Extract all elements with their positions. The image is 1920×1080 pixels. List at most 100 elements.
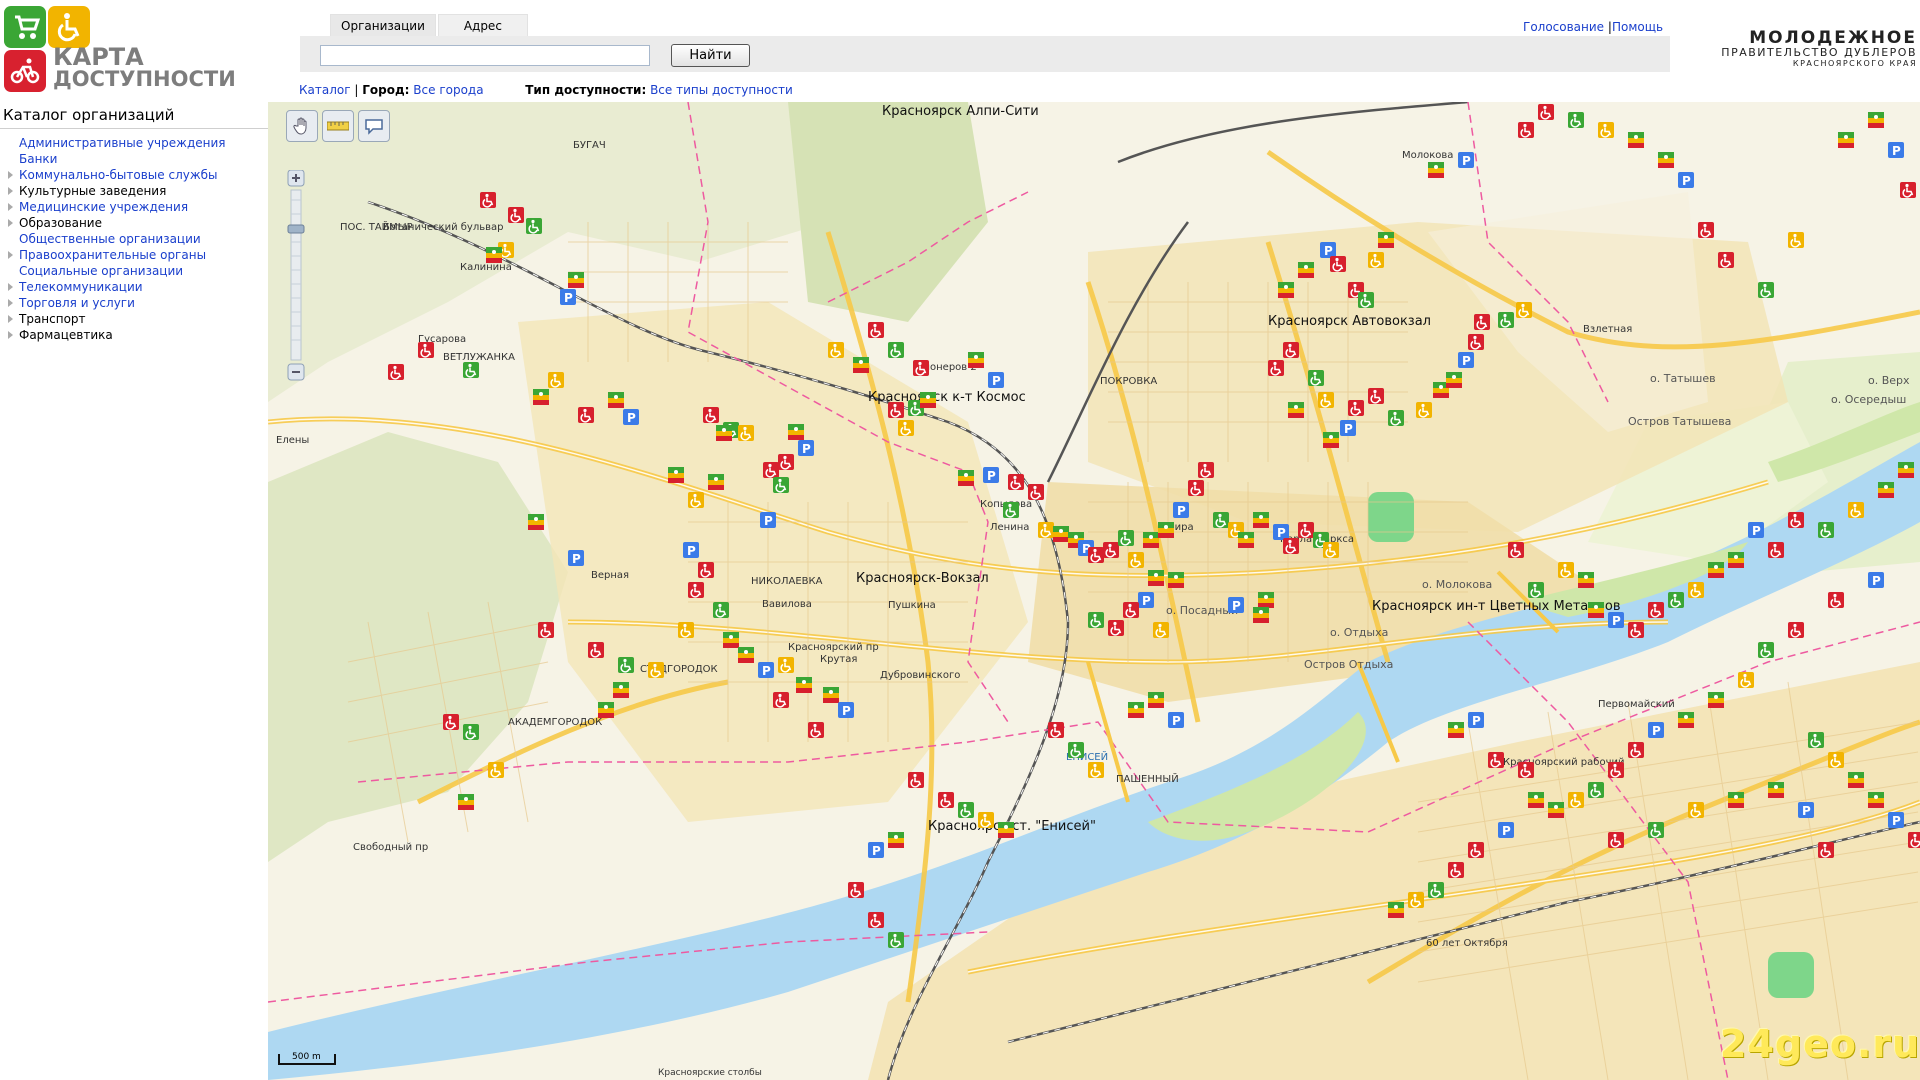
multi-access-marker[interactable] xyxy=(796,677,812,693)
expand-arrow-icon[interactable] xyxy=(8,251,13,259)
ruler-icon[interactable] xyxy=(322,110,354,142)
parking-marker[interactable]: P xyxy=(1138,592,1154,608)
wheelchair-yellow-marker[interactable] xyxy=(1516,302,1532,318)
multi-access-marker[interactable] xyxy=(968,352,984,368)
multi-access-marker[interactable] xyxy=(958,470,974,486)
search-button[interactable]: Найти xyxy=(671,44,750,67)
wheelchair-green-marker[interactable] xyxy=(888,342,904,358)
catalog-item-label[interactable]: Фармацевтика xyxy=(19,328,113,342)
multi-access-marker[interactable] xyxy=(1868,112,1884,128)
wheelchair-yellow-marker[interactable] xyxy=(1128,552,1144,568)
multi-access-marker[interactable] xyxy=(1578,572,1594,588)
multi-access-marker[interactable] xyxy=(486,247,502,263)
wheelchair-yellow-marker[interactable] xyxy=(778,657,794,673)
parking-marker[interactable]: P xyxy=(760,512,776,528)
multi-access-marker[interactable] xyxy=(708,474,724,490)
wheelchair-green-marker[interactable] xyxy=(1758,282,1774,298)
multi-access-marker[interactable] xyxy=(1446,372,1462,388)
wheelchair-yellow-marker[interactable] xyxy=(1368,252,1384,268)
multi-access-marker[interactable] xyxy=(1588,602,1604,618)
multi-access-marker[interactable] xyxy=(1143,532,1159,548)
wheelchair-red-marker[interactable] xyxy=(1648,602,1664,618)
wheelchair-red-marker[interactable] xyxy=(913,360,929,376)
expand-arrow-icon[interactable] xyxy=(8,187,13,195)
multi-access-marker[interactable] xyxy=(1238,532,1254,548)
wheelchair-red-marker[interactable] xyxy=(848,882,864,898)
catalog-link[interactable]: Каталог xyxy=(299,83,351,97)
wheelchair-green-marker[interactable] xyxy=(1588,782,1604,798)
parking-marker[interactable]: P xyxy=(983,467,999,483)
wheelchair-green-marker[interactable] xyxy=(1428,882,1444,898)
wheelchair-green-marker[interactable] xyxy=(1668,592,1684,608)
wheelchair-red-marker[interactable] xyxy=(1330,256,1346,272)
catalog-item-label[interactable]: Банки xyxy=(19,152,57,166)
multi-access-marker[interactable] xyxy=(998,822,1014,838)
expand-arrow-icon[interactable] xyxy=(8,315,13,323)
multi-access-marker[interactable] xyxy=(568,272,584,288)
multi-access-marker[interactable] xyxy=(1898,462,1914,478)
wheelchair-red-marker[interactable] xyxy=(808,722,824,738)
parking-marker[interactable]: P xyxy=(758,662,774,678)
expand-arrow-icon[interactable] xyxy=(8,331,13,339)
multi-access-marker[interactable] xyxy=(888,832,904,848)
wheelchair-red-marker[interactable] xyxy=(1628,622,1644,638)
multi-access-marker[interactable] xyxy=(613,682,629,698)
wheelchair-green-marker[interactable] xyxy=(1818,522,1834,538)
wheelchair-green-marker[interactable] xyxy=(1003,502,1019,518)
parking-marker[interactable]: P xyxy=(1608,612,1624,628)
wheelchair-yellow-marker[interactable] xyxy=(1598,122,1614,138)
wheelchair-yellow-marker[interactable] xyxy=(1738,672,1754,688)
zoom-out-button[interactable] xyxy=(286,364,306,380)
catalog-item[interactable]: Транспорт xyxy=(6,311,225,327)
multi-access-marker[interactable] xyxy=(1128,702,1144,718)
wheelchair-red-marker[interactable] xyxy=(508,207,524,223)
multi-access-marker[interactable] xyxy=(823,687,839,703)
multi-access-marker[interactable] xyxy=(1868,792,1884,808)
wheelchair-yellow-marker[interactable] xyxy=(648,662,664,678)
wheelchair-red-marker[interactable] xyxy=(1368,388,1384,404)
wheelchair-yellow-marker[interactable] xyxy=(828,342,844,358)
parking-marker[interactable]: P xyxy=(1748,522,1764,538)
wheelchair-red-marker[interactable] xyxy=(778,454,794,470)
parking-marker[interactable]: P xyxy=(1168,712,1184,728)
multi-access-marker[interactable] xyxy=(1628,132,1644,148)
chat-icon[interactable] xyxy=(358,110,390,142)
tab-address[interactable]: Адрес xyxy=(437,14,528,36)
expand-arrow-icon[interactable] xyxy=(8,219,13,227)
wheelchair-red-marker[interactable] xyxy=(1608,762,1624,778)
city-filter-link[interactable]: Все города xyxy=(413,83,483,97)
parking-marker[interactable]: P xyxy=(988,372,1004,388)
parking-marker[interactable]: P xyxy=(1228,597,1244,613)
site-logo[interactable]: КАРТА ДОСТУПНОСТИ xyxy=(4,6,236,96)
wheelchair-yellow-marker[interactable] xyxy=(1568,792,1584,808)
wheelchair-red-marker[interactable] xyxy=(538,622,554,638)
multi-access-marker[interactable] xyxy=(1298,262,1314,278)
wheelchair-green-marker[interactable] xyxy=(463,724,479,740)
wheelchair-green-marker[interactable] xyxy=(958,802,974,818)
parking-marker[interactable]: P xyxy=(1173,502,1189,518)
wheelchair-yellow-marker[interactable] xyxy=(1828,752,1844,768)
multi-access-marker[interactable] xyxy=(1658,152,1674,168)
multi-access-marker[interactable] xyxy=(1448,722,1464,738)
multi-access-marker[interactable] xyxy=(716,425,732,441)
wheelchair-yellow-marker[interactable] xyxy=(898,420,914,436)
wheelchair-red-marker[interactable] xyxy=(1788,512,1804,528)
wheelchair-red-marker[interactable] xyxy=(1788,622,1804,638)
wheelchair-green-marker[interactable] xyxy=(1648,822,1664,838)
catalog-item[interactable]: Фармацевтика xyxy=(6,327,225,343)
parking-marker[interactable]: P xyxy=(1648,722,1664,738)
multi-access-marker[interactable] xyxy=(1428,162,1444,178)
wheelchair-red-marker[interactable] xyxy=(1608,832,1624,848)
wheelchair-yellow-marker[interactable] xyxy=(688,492,704,508)
wheelchair-yellow-marker[interactable] xyxy=(1558,562,1574,578)
multi-access-marker[interactable] xyxy=(1278,282,1294,298)
wheelchair-red-marker[interactable] xyxy=(1448,862,1464,878)
multi-access-marker[interactable] xyxy=(1678,712,1694,728)
wheelchair-red-marker[interactable] xyxy=(1468,842,1484,858)
tab-organizations[interactable]: Организации xyxy=(330,14,436,36)
wheelchair-red-marker[interactable] xyxy=(1468,334,1484,350)
parking-marker[interactable]: P xyxy=(798,440,814,456)
catalog-item-label[interactable]: Правоохранительные органы xyxy=(19,248,206,262)
wheelchair-yellow-marker[interactable] xyxy=(1788,232,1804,248)
multi-access-marker[interactable] xyxy=(528,514,544,530)
